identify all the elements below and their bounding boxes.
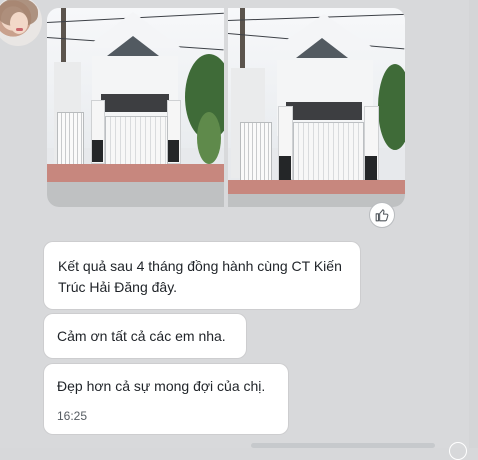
pillar-base <box>168 140 179 162</box>
pillar-base <box>92 140 103 162</box>
tree <box>378 64 405 150</box>
side-fence <box>240 122 272 184</box>
pillar-base <box>279 156 291 180</box>
message-text: Kết quả sau 4 tháng đồng hành cùng CT Ki… <box>58 258 342 295</box>
message-text: Cảm ơn tất cả các em nha. <box>57 328 226 344</box>
thumbs-up-button[interactable] <box>369 202 395 228</box>
house-gate <box>105 116 168 168</box>
side-fence <box>57 112 84 166</box>
tiled-floor <box>47 164 224 182</box>
reply-bar[interactable] <box>251 443 435 448</box>
tree <box>197 112 221 164</box>
message-timestamp: 16:25 <box>57 409 88 423</box>
roof-gable <box>296 38 348 58</box>
chat-window: Kết quả sau 4 tháng đồng hành cùng CT Ki… <box>0 0 478 460</box>
house-photo-right[interactable] <box>228 8 405 207</box>
message-bubble[interactable]: Cảm ơn tất cả các em nha. <box>44 314 246 358</box>
roof-gable <box>107 36 159 56</box>
tiled-floor <box>228 180 405 194</box>
reaction-button[interactable] <box>449 442 467 460</box>
house-window-band <box>101 94 169 112</box>
house-photo-left[interactable] <box>47 8 224 207</box>
message-bubble[interactable]: Kết quả sau 4 tháng đồng hành cùng CT Ki… <box>44 242 360 309</box>
avatar-lips <box>16 28 23 31</box>
road <box>47 182 224 207</box>
house-window-band <box>286 102 362 120</box>
pillar-base <box>365 156 377 180</box>
user-avatar[interactable] <box>0 0 42 46</box>
thumbs-up-icon <box>375 209 389 222</box>
message-bubble[interactable]: Đẹp hơn cả sự mong đợi của chị. 16:25 <box>44 364 288 434</box>
scrollbar-track[interactable] <box>469 0 478 448</box>
message-text: Đẹp hơn cả sự mong đợi của chị. <box>57 378 266 394</box>
house-gate <box>293 122 364 184</box>
